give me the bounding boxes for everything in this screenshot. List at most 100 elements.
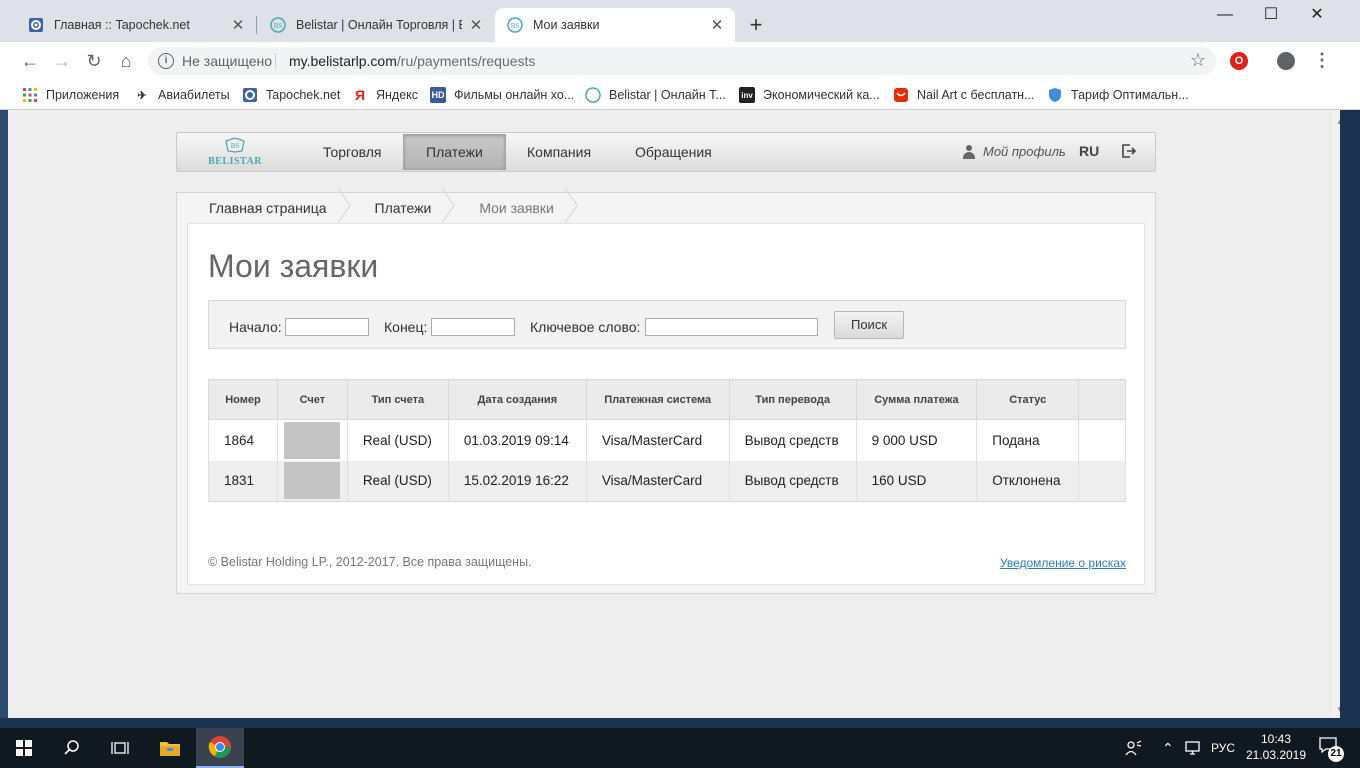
nav-payments[interactable]: Платежи bbox=[403, 134, 506, 170]
nav-company[interactable]: Компания bbox=[505, 133, 613, 171]
column-header: Сумма платежа bbox=[855, 379, 978, 420]
start-button[interactable] bbox=[0, 728, 48, 768]
desktop-edge bbox=[0, 718, 1360, 728]
column-header: Тип перевода bbox=[728, 379, 857, 420]
bookmark-films[interactable]: HD Фильмы онлайн хо... bbox=[430, 86, 574, 104]
input-language[interactable]: РУС bbox=[1211, 728, 1235, 768]
apps-grid-icon bbox=[22, 87, 38, 103]
requests-table: Номер Счет Тип счета Дата создания Плате… bbox=[208, 379, 1126, 502]
search-icon[interactable] bbox=[48, 728, 96, 768]
profile-avatar-icon[interactable] bbox=[1277, 52, 1295, 70]
cell-status: Подана bbox=[976, 419, 1080, 461]
people-icon[interactable] bbox=[1124, 728, 1142, 768]
network-icon[interactable] bbox=[1184, 728, 1202, 768]
column-header: Номер bbox=[208, 379, 278, 420]
minimize-icon[interactable]: — bbox=[1202, 0, 1248, 32]
column-header: Платежная система bbox=[585, 379, 730, 420]
search-button[interactable]: Поиск bbox=[834, 311, 904, 339]
home-icon[interactable]: ⌂ bbox=[114, 50, 138, 72]
notification-count: 21 bbox=[1328, 746, 1344, 762]
address-bar[interactable]: i Не защищено my.belistarlp.com/ru/payme… bbox=[148, 47, 1216, 75]
browser-toolbar: ← → ↻ ⌂ i Не защищено my.belistarlp.com/… bbox=[0, 42, 1360, 80]
svg-text:BS: BS bbox=[511, 22, 520, 30]
notifications-icon[interactable]: 21 bbox=[1318, 736, 1344, 762]
column-header: Статус bbox=[976, 379, 1080, 420]
cell-number: 1864 bbox=[208, 419, 278, 461]
cell-transfer-type: Вывод средств bbox=[728, 419, 857, 461]
cell-account-type: Real (USD) bbox=[346, 460, 449, 502]
cell-actions bbox=[1078, 460, 1126, 502]
table-row[interactable]: 1864 Real (USD) 01.03.2019 09:14 Visa/Ma… bbox=[208, 419, 1126, 461]
adblock-extension-icon[interactable]: O bbox=[1230, 52, 1248, 70]
new-tab-button[interactable]: + bbox=[744, 12, 768, 38]
crest-icon: BS bbox=[207, 137, 263, 156]
bookmark-apps[interactable]: Приложения bbox=[22, 86, 119, 104]
bookmark-nailart[interactable]: Nail Art с бесплатн... bbox=[893, 86, 1035, 104]
bookmark-tapochek[interactable]: Tapochek.net bbox=[242, 86, 340, 104]
nav-appeals[interactable]: Обращения bbox=[613, 133, 734, 171]
scroll-up-icon[interactable]: ▲ bbox=[1332, 114, 1340, 130]
reload-icon[interactable]: ↻ bbox=[82, 50, 106, 72]
security-label: Не защищено bbox=[182, 53, 272, 69]
logout-icon[interactable] bbox=[1121, 143, 1137, 159]
maximize-icon[interactable]: ☐ bbox=[1248, 0, 1294, 32]
tab-strip: Главная :: Tapochek.net ✕ BS Belistar | … bbox=[0, 0, 1360, 42]
nav-trading[interactable]: Торговля bbox=[301, 133, 403, 171]
bookmark-star-icon[interactable]: ☆ bbox=[1190, 50, 1206, 71]
clock-time: 10:43 bbox=[1260, 732, 1292, 746]
svg-text:BS: BS bbox=[274, 22, 283, 30]
bookmark-tariff[interactable]: Тариф Оптимальн... bbox=[1047, 86, 1189, 104]
close-window-icon[interactable]: ✕ bbox=[1294, 0, 1340, 32]
copyright-text: © Belistar Holding LP., 2012-2017. Все п… bbox=[208, 555, 532, 569]
language-switch[interactable]: RU bbox=[1079, 143, 1099, 159]
site-navbar: BS BELISTAR Торговля Платежи Компания Об… bbox=[176, 132, 1156, 172]
table-row[interactable]: 1831 Real (USD) 15.02.2019 16:22 Visa/Ma… bbox=[208, 460, 1126, 502]
keyword-input[interactable] bbox=[645, 318, 818, 336]
close-icon[interactable]: ✕ bbox=[230, 16, 246, 34]
tab-tapochek[interactable]: Главная :: Tapochek.net ✕ bbox=[16, 8, 256, 42]
kebab-menu-icon[interactable]: ⋮ bbox=[1313, 50, 1331, 70]
page-scrollbar[interactable]: ▲ ▼ bbox=[1332, 110, 1340, 718]
svg-text:BS: BS bbox=[231, 142, 240, 150]
cell-account bbox=[276, 419, 348, 461]
aliexpress-icon bbox=[893, 87, 909, 103]
url-text[interactable]: my.belistarlp.com/ru/payments/requests bbox=[289, 53, 535, 69]
breadcrumb-payments[interactable]: Платежи bbox=[343, 193, 448, 223]
cell-status: Отклонена bbox=[976, 460, 1080, 502]
chevron-up-icon[interactable]: ⌃ bbox=[1162, 728, 1174, 768]
forward-arrow-icon[interactable]: → bbox=[50, 50, 74, 72]
belistar-logo[interactable]: BS BELISTAR bbox=[207, 137, 263, 167]
profile-link[interactable]: Мой профиль bbox=[963, 144, 1066, 159]
belistar-icon: BS bbox=[507, 17, 523, 33]
close-icon[interactable]: ✕ bbox=[709, 16, 725, 34]
column-header: Счет bbox=[276, 379, 348, 420]
chrome-taskbar-icon[interactable] bbox=[196, 728, 244, 768]
keyword-label: Ключевое слово: bbox=[530, 319, 641, 335]
start-date-input[interactable] bbox=[285, 318, 369, 336]
breadcrumb-home[interactable]: Главная страница bbox=[177, 193, 343, 223]
cell-amount: 9 000 USD bbox=[855, 419, 978, 461]
file-explorer-icon[interactable] bbox=[146, 728, 194, 768]
bookmark-investing[interactable]: inv Экономический ка... bbox=[739, 86, 880, 104]
end-date-input[interactable] bbox=[431, 318, 515, 336]
logo-text: BELISTAR bbox=[208, 156, 262, 167]
tab-my-requests[interactable]: BS Мои заявки ✕ bbox=[495, 8, 735, 42]
back-arrow-icon[interactable]: ← bbox=[18, 50, 42, 72]
cell-created: 15.02.2019 16:22 bbox=[447, 460, 587, 502]
desktop-edge bbox=[0, 110, 8, 718]
content-panel: Главная страница Платежи Мои заявки Мои … bbox=[176, 192, 1156, 594]
tab-title: Мои заявки bbox=[533, 18, 600, 32]
scroll-down-icon[interactable]: ▼ bbox=[1332, 702, 1340, 718]
bookmark-avia[interactable]: ✈ Авиабилеты bbox=[134, 86, 229, 104]
info-icon[interactable]: i bbox=[158, 53, 174, 69]
task-view-icon[interactable] bbox=[96, 728, 144, 768]
bookmarks-bar: Приложения ✈ Авиабилеты Tapochek.net Я Я… bbox=[0, 80, 1360, 110]
close-icon[interactable]: ✕ bbox=[468, 16, 484, 34]
tab-belistar[interactable]: BS Belistar | Онлайн Торговля | Бин ✕ bbox=[258, 8, 494, 42]
system-clock[interactable]: 10:43 21.03.2019 bbox=[1244, 731, 1308, 763]
cell-payment-system: Visa/MasterCard bbox=[585, 460, 730, 502]
tab-separator bbox=[256, 16, 257, 34]
bookmark-belistar[interactable]: Belistar | Онлайн Т... bbox=[585, 86, 726, 104]
bookmark-yandex[interactable]: Я Яндекс bbox=[352, 86, 418, 104]
risk-notice-link[interactable]: Уведомление о рисках bbox=[1000, 556, 1126, 570]
